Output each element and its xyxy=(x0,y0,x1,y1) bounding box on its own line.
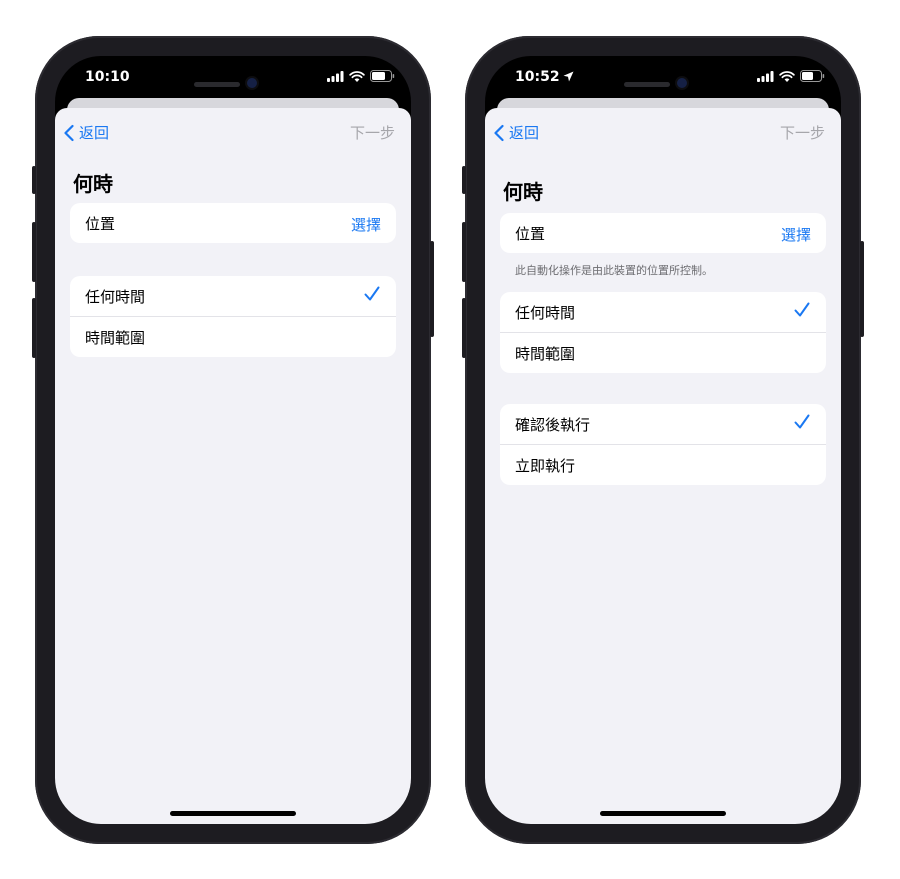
next-button[interactable]: 下一步 xyxy=(350,122,395,143)
location-label: 位置 xyxy=(515,224,546,243)
speaker-grille xyxy=(194,82,240,87)
option-label: 立即執行 xyxy=(515,456,576,475)
signal-icon xyxy=(757,70,774,82)
screen: 10:52 返回 下一步 何時 位置 選擇 此自動化操作是由此裝置的位置所控制。… xyxy=(485,56,841,824)
checkmark-icon xyxy=(794,302,810,317)
power-button xyxy=(430,241,434,337)
time-options-card: 任何時間 時間範圍 xyxy=(500,292,826,373)
page-title: 何時 xyxy=(73,172,113,196)
location-footnote: 此自動化操作是由此裝置的位置所控制。 xyxy=(515,264,713,277)
volume-down-button xyxy=(462,298,466,358)
battery-icon xyxy=(370,70,395,82)
location-label: 位置 xyxy=(85,214,116,233)
phone-right: 10:52 返回 下一步 何時 位置 選擇 此自動化操作是由此裝置的位置所控制。… xyxy=(462,36,864,844)
battery-icon xyxy=(800,70,825,82)
mute-switch xyxy=(462,166,466,194)
location-card: 位置 選擇 xyxy=(70,203,396,243)
status-time: 10:52 xyxy=(515,69,560,85)
back-button[interactable]: 返回 xyxy=(63,122,109,143)
option-any-time[interactable]: 任何時間 xyxy=(500,292,826,332)
checkmark-icon xyxy=(794,414,810,429)
location-arrow-icon xyxy=(563,71,574,82)
power-button xyxy=(860,241,864,337)
option-label: 任何時間 xyxy=(515,303,576,322)
back-label: 返回 xyxy=(509,124,540,142)
run-options-card: 確認後執行 立即執行 xyxy=(500,404,826,485)
next-button[interactable]: 下一步 xyxy=(780,122,825,143)
page-title: 何時 xyxy=(503,180,543,204)
signal-icon xyxy=(327,70,344,82)
choose-location-button[interactable]: 選擇 xyxy=(351,214,381,235)
speaker-grille xyxy=(624,82,670,87)
location-card: 位置 選擇 xyxy=(500,213,826,253)
status-time: 10:10 xyxy=(85,69,130,85)
volume-up-button xyxy=(462,222,466,282)
navigation-bar: 返回 下一步 xyxy=(55,120,411,146)
checkmark-icon xyxy=(364,286,380,301)
location-row[interactable]: 位置 選擇 xyxy=(70,203,396,243)
front-camera xyxy=(247,78,257,88)
front-camera xyxy=(677,78,687,88)
back-button[interactable]: 返回 xyxy=(493,122,539,143)
chevron-left-icon xyxy=(494,124,504,141)
back-label: 返回 xyxy=(79,124,110,142)
option-time-range[interactable]: 時間範圍 xyxy=(500,332,826,373)
automation-sheet: 返回 下一步 何時 位置 選擇 任何時間 時間範圍 xyxy=(55,108,411,824)
wifi-icon xyxy=(349,70,365,82)
home-indicator[interactable] xyxy=(170,811,296,816)
screen: 10:10 返回 下一步 何時 位置 選擇 任何時間 時間範圍 xyxy=(55,56,411,824)
volume-up-button xyxy=(32,222,36,282)
option-run-immediately[interactable]: 立即執行 xyxy=(500,444,826,485)
navigation-bar: 返回 下一步 xyxy=(485,120,841,146)
option-time-range[interactable]: 時間範圍 xyxy=(70,316,396,357)
volume-down-button xyxy=(32,298,36,358)
option-ask-before-running[interactable]: 確認後執行 xyxy=(500,404,826,444)
chevron-left-icon xyxy=(64,124,74,141)
option-label: 任何時間 xyxy=(85,287,146,306)
wifi-icon xyxy=(779,70,795,82)
option-any-time[interactable]: 任何時間 xyxy=(70,276,396,316)
location-row[interactable]: 位置 選擇 xyxy=(500,213,826,253)
choose-location-button[interactable]: 選擇 xyxy=(781,224,811,245)
phone-left: 10:10 返回 下一步 何時 位置 選擇 任何時間 時間範圍 xyxy=(32,36,434,844)
automation-sheet: 返回 下一步 何時 位置 選擇 此自動化操作是由此裝置的位置所控制。 任何時間 xyxy=(485,108,841,824)
option-label: 時間範圍 xyxy=(85,328,146,347)
mute-switch xyxy=(32,166,36,194)
option-label: 時間範圍 xyxy=(515,344,576,363)
time-options-card: 任何時間 時間範圍 xyxy=(70,276,396,357)
home-indicator[interactable] xyxy=(600,811,726,816)
option-label: 確認後執行 xyxy=(515,415,591,434)
